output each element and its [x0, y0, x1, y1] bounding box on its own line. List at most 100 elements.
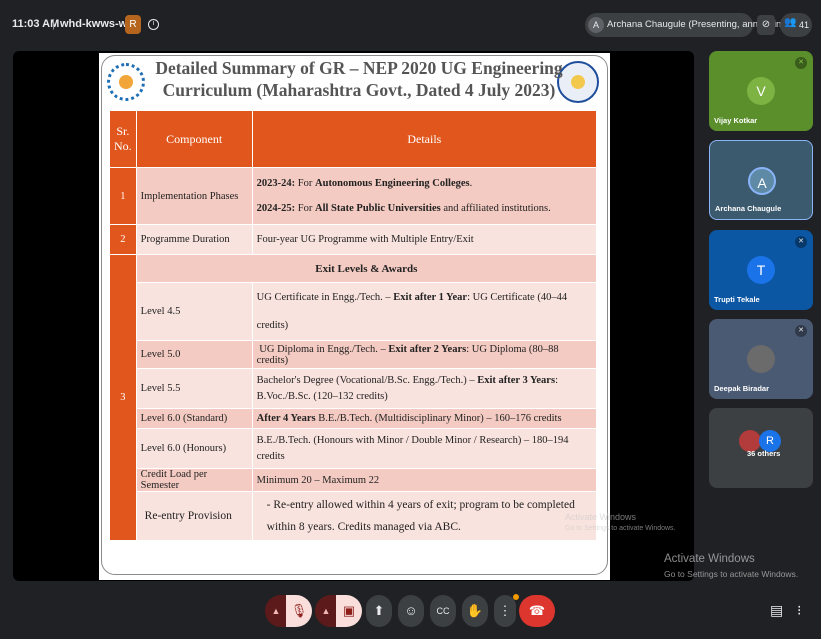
component-cell: Level 4.5: [135, 282, 253, 341]
chat-icon[interactable]: ▤: [770, 602, 783, 619]
participant-name: Trupti Tekale: [714, 295, 760, 304]
details-cell: - Re-entry allowed within 4 years of exi…: [251, 491, 598, 541]
others-tile[interactable]: R 36 others: [709, 408, 813, 488]
avatar: V: [747, 77, 775, 105]
info-icon[interactable]: i: [148, 19, 159, 30]
text-span: For: [295, 203, 316, 214]
captions-icon[interactable]: CC: [430, 595, 456, 627]
details-cell: Four-year UG Programme with Multiple Ent…: [251, 224, 598, 255]
raise-hand-icon[interactable]: ✋: [462, 595, 488, 627]
table-row: Credit Load per Semester Minimum 20 – Ma…: [110, 468, 598, 492]
more-options-icon[interactable]: ⋮: [494, 595, 516, 627]
mic-off-icon: ✕: [795, 236, 807, 248]
participant-tile-active[interactable]: A Archana Chaugule: [709, 140, 813, 220]
component-cell: Credit Load per Semester: [135, 468, 253, 492]
avatar: T: [747, 256, 775, 284]
header-sr: Sr. No.: [109, 110, 137, 168]
sr-cell: 2: [109, 224, 137, 255]
text-span: Bachelor's Degree (Vocational/B.Sc. Engg…: [256, 374, 478, 386]
component-cell: Level 6.0 (Standard): [135, 408, 253, 429]
table-row: 2 Programme Duration Four-year UG Progra…: [109, 224, 598, 255]
participant-tile[interactable]: V ✕ Vijay Kotkar: [709, 51, 813, 131]
camera-off-icon[interactable]: ▣: [336, 595, 362, 627]
year-label: 2023-24:: [256, 178, 296, 189]
mic-off-icon: ✕: [795, 57, 807, 69]
participant-count: 41: [799, 20, 810, 30]
end-call-icon[interactable]: ☎: [519, 595, 555, 627]
avatar: A: [748, 167, 776, 195]
table-row: Level 6.0 (Standard) After 4 Years B.E./…: [110, 408, 598, 429]
details-cell: Minimum 20 – Maximum 22: [251, 468, 598, 492]
table-row: Level 5.5 Bachelor's Degree (Vocational/…: [110, 368, 598, 409]
details-cell: UG Diploma in Engg./Tech. – Exit after 2…: [251, 340, 598, 369]
table-row: Level 4.5 UG Certificate in Engg./Tech. …: [110, 282, 598, 341]
activate-windows-watermark: Activate Windows Go to Settings to activ…: [664, 552, 798, 582]
participant-tile[interactable]: T ✕ Trupti Tekale: [709, 230, 813, 310]
component-cell: Re-entry Provision: [135, 491, 253, 541]
top-bar: 11:03 AM | whd-kwws-wax R i A Archana Ch…: [0, 0, 821, 48]
people-button[interactable]: 👥 41: [780, 13, 812, 37]
sr-cell: 3: [109, 254, 137, 541]
present-icon[interactable]: ⬆: [366, 595, 392, 627]
participant-name: Vijay Kotkar: [714, 116, 758, 125]
table-row: Re-entry Provision - Re-entry allowed wi…: [110, 491, 598, 541]
watermark-subtitle: Go to Settings to activate Windows.: [664, 569, 799, 579]
component-cell: Programme Duration: [135, 224, 253, 255]
slide-title-line1: Detailed Summary of GR – NEP 2020 UG Eng…: [155, 58, 563, 78]
details-cell: 2023-24: For Autonomous Engineering Coll…: [251, 167, 598, 225]
text-span: UG Certificate in Engg./Tech. –: [256, 291, 394, 303]
slide-title: Detailed Summary of GR – NEP 2020 UG Eng…: [149, 57, 569, 101]
details-cell: UG Certificate in Engg./Tech. – Exit aft…: [251, 282, 598, 341]
bold-span: Autonomous Engineering Colleges: [315, 178, 470, 189]
header-component: Component: [135, 110, 253, 168]
host-badge: R: [125, 15, 141, 34]
people-icon: 👥: [784, 17, 797, 28]
text-span: .: [469, 178, 473, 189]
text-span: For: [295, 178, 316, 189]
bold-span: Exit after 1 Year: [393, 291, 468, 303]
component-cell: Level 5.0: [135, 340, 253, 369]
details-cell: Bachelor's Degree (Vocational/B.Sc. Engg…: [251, 368, 598, 409]
table-header-row: Sr. No. Component Details: [109, 110, 598, 168]
component-cell: Level 6.0 (Honours): [135, 428, 253, 469]
summary-table: Sr. No. Component Details 1 Implementati…: [109, 110, 598, 541]
others-count: 36 others: [747, 449, 781, 458]
table-row: 3 Exit Levels & Awards: [109, 254, 598, 541]
presenter-avatar: A: [588, 17, 604, 33]
institute-logo-left: [107, 63, 145, 101]
watermark-title: Activate Windows: [565, 512, 637, 522]
table-row: Level 5.0 UG Diploma in Engg./Tech. – Ex…: [110, 340, 598, 369]
sr-cell: 1: [109, 167, 137, 225]
separator: |: [52, 18, 55, 30]
mic-options-chevron-icon[interactable]: ▲: [265, 595, 287, 627]
bold-span: Exit after 2 Years: [388, 343, 467, 355]
shared-slide: Detailed Summary of GR – NEP 2020 UG Eng…: [99, 53, 610, 580]
component-cell: Level 5.5: [135, 368, 253, 409]
exit-levels-heading: Exit Levels & Awards: [135, 254, 598, 283]
year-label: 2024-25:: [256, 203, 296, 214]
participant-name: Archana Chaugule: [715, 204, 782, 213]
mic-off-icon[interactable]: 🎙: [286, 595, 312, 627]
emoji-icon[interactable]: ☺: [398, 595, 424, 627]
camera-options-chevron-icon[interactable]: ▲: [315, 595, 337, 627]
participant-name: Deepak Biradar: [714, 384, 770, 393]
text-span: UG Diploma in Engg./Tech. –: [259, 343, 389, 355]
control-bar: ▲ 🎙 ▲ ▣ ⬆ ☺ CC ✋ ⋮ ☎ ▤ ⁝: [0, 590, 821, 635]
slide-title-line2: Curriculum (Maharashtra Govt., Dated 4 J…: [162, 80, 556, 100]
details-cell: After 4 Years B.E./B.Tech. (Multidiscipl…: [251, 408, 598, 429]
avatar-photo: [747, 345, 775, 373]
mic-off-icon: ✕: [795, 325, 807, 337]
participant-tile[interactable]: ✕ Deepak Biradar: [709, 319, 813, 399]
text-span: B.E./B.Tech. (Multidisciplinary Minor) –…: [315, 413, 562, 424]
stop-presenting-icon[interactable]: ⊘: [757, 15, 775, 35]
watermark-subtitle: Go to Settings to activate Windows.: [565, 525, 676, 532]
presenting-chip[interactable]: A Archana Chaugule (Presenting, annotati…: [585, 13, 790, 37]
text-span: and affiliated institutions.: [440, 203, 551, 214]
table-row: 1 Implementation Phases 2023-24: For Aut…: [109, 167, 598, 225]
bold-span: All State Public Universities: [315, 203, 441, 214]
bold-span: Exit after 3 Years: [477, 374, 556, 386]
header-details: Details: [251, 110, 598, 168]
component-cell: Implementation Phases: [135, 167, 253, 225]
bold-span: After 4 Years: [256, 413, 316, 424]
activities-icon[interactable]: ⁝: [797, 602, 801, 619]
